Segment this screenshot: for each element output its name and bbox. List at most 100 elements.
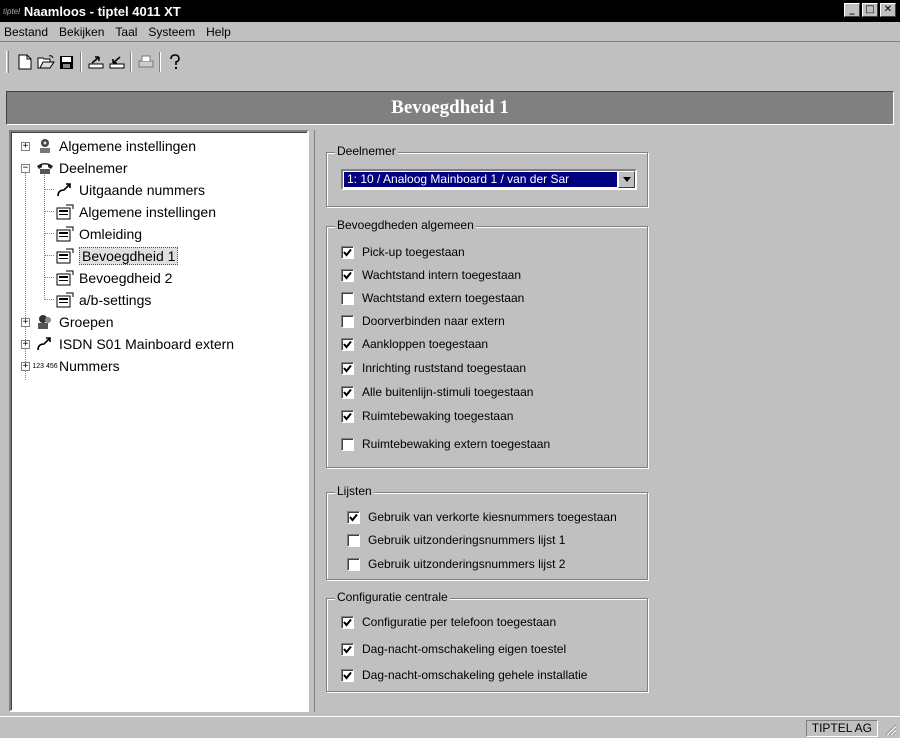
tree-item-bevoegdheid-1[interactable]: Bevoegdheid 1: [55, 246, 179, 266]
checkbox-wachtstand-extern[interactable]: Wachtstand extern toegestaan: [341, 289, 524, 307]
tree-item-algemene-instellingen[interactable]: Algemene instellingen: [35, 136, 196, 156]
checkbox-dag-nacht-eigen[interactable]: Dag-nacht-omschakeling eigen toestel: [341, 640, 566, 658]
window-title: Naamloos - tiptel 4011 XT: [23, 3, 181, 19]
save-disk-icon[interactable]: [56, 51, 77, 73]
checkbox[interactable]: [341, 437, 354, 451]
checkbox-label: Gebruik uitzonderingsnummers lijst 2: [368, 557, 566, 571]
checkbox-configuratie-per-telefoon[interactable]: Configuratie per telefoon toegestaan: [341, 613, 556, 631]
tree-item-label: Bevoegdheid 2: [79, 270, 173, 286]
menu-bestand[interactable]: Bestand: [4, 25, 48, 39]
tree-item-isdn[interactable]: ISDN S01 Mainboard extern: [35, 334, 234, 354]
tree-item-label: Deelnemer: [59, 160, 128, 176]
window-controls: _ □ ✕: [844, 3, 896, 17]
checkbox-label: Wachtstand extern toegestaan: [362, 291, 525, 305]
deelnemer-select[interactable]: 1: 10 / Analoog Mainboard 1 / van der Sa…: [341, 169, 637, 190]
checkbox-buitenlijn-stimuli[interactable]: Alle buitenlijn-stimuli toegestaan: [341, 383, 533, 401]
tree-view[interactable]: + Algemene instellingen − Deelnemer Uitg…: [9, 130, 309, 712]
numbers-icon: 123 456: [32, 357, 58, 375]
title-bar: tiptel Naamloos - tiptel 4011 XT _ □ ✕: [0, 0, 900, 22]
download-icon[interactable]: [106, 51, 127, 73]
checkbox-checked[interactable]: [347, 510, 360, 524]
expand-button[interactable]: +: [21, 142, 30, 151]
deelnemer-select-value: 1: 10 / Analoog Mainboard 1 / van der Sa…: [344, 172, 617, 187]
checkbox-label: Dag-nacht-omschakeling gehele installati…: [362, 668, 588, 682]
expand-button[interactable]: +: [21, 362, 30, 371]
toolbar-grip[interactable]: [6, 51, 9, 73]
checkbox-label: Configuratie per telefoon toegestaan: [362, 615, 557, 629]
app-icon[interactable]: tiptel: [3, 7, 20, 16]
expand-button[interactable]: +: [21, 318, 30, 327]
tree-item-omleiding[interactable]: Omleiding: [55, 224, 142, 244]
checkbox[interactable]: [347, 533, 360, 547]
menu-bekijken[interactable]: Bekijken: [59, 25, 104, 39]
tree-item-ab-settings[interactable]: a/b-settings: [55, 290, 151, 310]
checkbox-ruimtebewaking[interactable]: Ruimtebewaking toegestaan: [341, 407, 513, 425]
checkbox-checked[interactable]: [341, 668, 354, 682]
collapse-button[interactable]: −: [21, 164, 30, 173]
checkbox-checked[interactable]: [341, 385, 354, 399]
tree-item-label: a/b-settings: [79, 292, 152, 308]
tree-item-nummers[interactable]: 123 456 Nummers: [32, 356, 120, 376]
tree-item-algemene-instellingen-sub[interactable]: Algemene instellingen: [55, 202, 216, 222]
toolbar-separator: [80, 52, 82, 72]
checkbox-checked[interactable]: [341, 245, 354, 259]
close-button[interactable]: ✕: [880, 3, 896, 17]
checkbox-uitzonderingsnummers-1[interactable]: Gebruik uitzonderingsnummers lijst 1: [347, 531, 565, 549]
help-icon[interactable]: [164, 51, 185, 73]
menu-systeem[interactable]: Systeem: [148, 25, 195, 39]
checkbox-pick-up[interactable]: Pick-up toegestaan: [341, 243, 465, 261]
checkbox-aankloppen[interactable]: Aankloppen toegestaan: [341, 335, 488, 353]
menu-help[interactable]: Help: [206, 25, 231, 39]
expand-button[interactable]: +: [21, 340, 30, 349]
tree-item-label: Omleiding: [79, 226, 143, 242]
checkbox-checked[interactable]: [341, 642, 354, 656]
tree-item-uitgaande-nummers[interactable]: Uitgaande nummers: [55, 180, 205, 200]
resize-grip-icon[interactable]: [884, 723, 897, 736]
checkbox-checked[interactable]: [341, 337, 354, 351]
settings-person-icon: [35, 137, 55, 155]
checkbox-doorverbinden[interactable]: Doorverbinden naar extern: [341, 312, 505, 330]
checkbox-checked[interactable]: [341, 615, 354, 629]
checkbox-label: Ruimtebewaking toegestaan: [362, 409, 514, 423]
dropdown-arrow-icon[interactable]: [618, 171, 635, 188]
print-icon[interactable]: [135, 51, 156, 73]
upload-icon[interactable]: [85, 51, 106, 73]
tree-line: [44, 299, 54, 300]
checkbox-inrichting-ruststand[interactable]: Inrichting ruststand toegestaan: [341, 359, 526, 377]
page-title: Bevoegdheid 1: [391, 97, 509, 118]
checkbox-uitzonderingsnummers-2[interactable]: Gebruik uitzonderingsnummers lijst 2: [347, 555, 565, 573]
lijsten-group-label: Lijsten: [335, 484, 374, 498]
numbers-icon-text: 123 456: [32, 362, 58, 370]
new-file-icon[interactable]: [14, 51, 35, 73]
toolbar: [0, 43, 900, 89]
config-page-icon: [55, 203, 75, 221]
checkbox-checked[interactable]: [341, 361, 354, 375]
tree-item-deelnemer[interactable]: Deelnemer: [35, 158, 127, 178]
checkbox-checked[interactable]: [341, 268, 354, 282]
checkbox-wachtstand-intern[interactable]: Wachtstand intern toegestaan: [341, 266, 521, 284]
tree-line: [44, 189, 54, 190]
checkbox-label: Pick-up toegestaan: [362, 245, 465, 259]
checkbox-label: Gebruik uitzonderingsnummers lijst 1: [368, 533, 566, 547]
configuratie-group: Configuratie centrale Configuratie per t…: [326, 590, 648, 692]
checkbox-checked[interactable]: [341, 409, 354, 423]
tree-item-label: Groepen: [59, 314, 114, 330]
phone-icon: [35, 159, 55, 177]
checkbox-ruimtebewaking-extern[interactable]: Ruimtebewaking extern toegestaan: [341, 435, 550, 453]
config-page-icon: [55, 247, 75, 265]
checkbox[interactable]: [341, 314, 354, 328]
open-folder-icon[interactable]: [35, 51, 56, 73]
checkbox[interactable]: [341, 291, 354, 305]
checkbox[interactable]: [347, 557, 360, 571]
menu-taal[interactable]: Taal: [115, 25, 137, 39]
checkbox-dag-nacht-gehele[interactable]: Dag-nacht-omschakeling gehele installati…: [341, 666, 587, 684]
tree-item-bevoegdheid-2[interactable]: Bevoegdheid 2: [55, 268, 172, 288]
outgoing-call-icon: [55, 181, 75, 199]
tree-item-label: Nummers: [59, 358, 120, 374]
menu-bar: Bestand Bekijken Taal Systeem Help: [0, 22, 900, 42]
minimize-button[interactable]: _: [844, 3, 860, 17]
checkbox-verkorte-kiesnummers[interactable]: Gebruik van verkorte kiesnummers toegest…: [347, 508, 617, 526]
maximize-button[interactable]: □: [862, 3, 878, 17]
tree-item-label: Uitgaande nummers: [79, 182, 206, 198]
tree-item-groepen[interactable]: Groepen: [35, 312, 113, 332]
